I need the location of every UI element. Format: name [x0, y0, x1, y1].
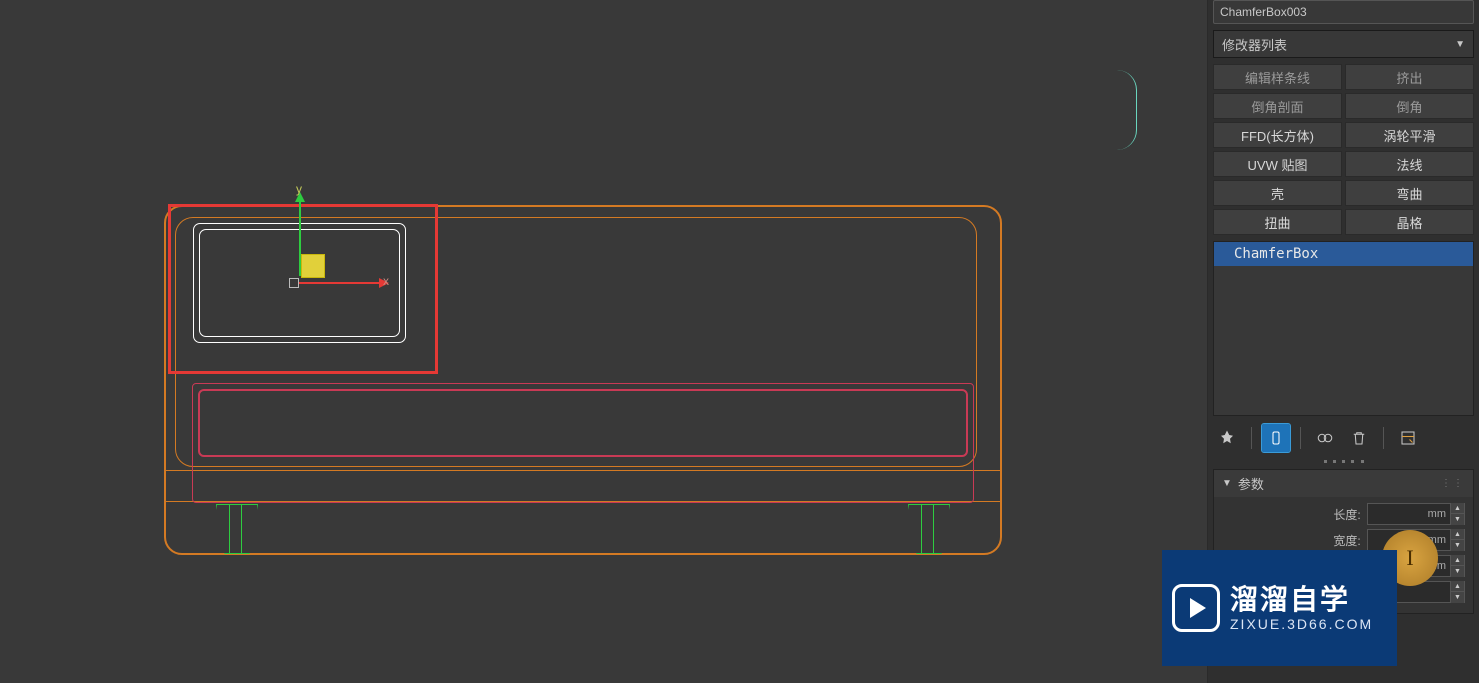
modifier-list-label: 修改器列表: [1222, 35, 1287, 54]
modifier-btn-extrude[interactable]: 挤出: [1345, 64, 1474, 90]
modifier-btn-edit-spline[interactable]: 编辑样条线: [1213, 64, 1342, 90]
stack-item-chamferbox[interactable]: ChamferBox: [1214, 242, 1473, 266]
modifier-btn-shell[interactable]: 壳: [1213, 180, 1342, 206]
modifier-btn-bend[interactable]: 弯曲: [1345, 180, 1474, 206]
remove-modifier-button[interactable]: [1345, 424, 1373, 452]
param-label: 宽度:: [1222, 532, 1361, 549]
toolbar-separator: [1300, 427, 1301, 449]
gizmo-y-label: y: [296, 182, 302, 196]
make-unique-button[interactable]: [1311, 424, 1339, 452]
watermark: 溜溜自学 ZIXUE.3D66.COM: [1162, 550, 1397, 666]
stray-geometry-curve: [1115, 70, 1137, 150]
chevron-down-icon: ▼: [1222, 478, 1232, 489]
unit-label: mm: [1428, 508, 1450, 520]
length-segs-input[interactable]: [1390, 585, 1450, 599]
modifier-btn-bevel-profile[interactable]: 倒角剖面: [1213, 93, 1342, 119]
pin-icon: [1218, 429, 1236, 447]
watermark-cn: 溜溜自学: [1230, 583, 1373, 617]
spinner-up-icon[interactable]: ▲: [1450, 555, 1464, 566]
panel-grip[interactable]: [1324, 460, 1364, 465]
spinner-down-icon[interactable]: ▼: [1450, 540, 1464, 551]
spinner-down-icon[interactable]: ▼: [1450, 592, 1464, 603]
modifier-list-dropdown[interactable]: 修改器列表 ▼: [1213, 30, 1474, 58]
modifier-btn-twist[interactable]: 扭曲: [1213, 209, 1342, 235]
parameters-rollout-title: 参数: [1238, 474, 1264, 493]
modifier-btn-ffd-box[interactable]: FFD(长方体): [1213, 122, 1342, 148]
modifier-btn-lattice[interactable]: 晶格: [1345, 209, 1474, 235]
show-end-result-button[interactable]: [1262, 424, 1290, 452]
toolbar-separator: [1251, 427, 1252, 449]
configure-icon: [1399, 429, 1417, 447]
length-spinner[interactable]: mm ▲▼: [1367, 503, 1465, 525]
toolbar-separator: [1383, 427, 1384, 449]
show-end-result-icon: [1267, 429, 1285, 447]
object-name-input[interactable]: [1213, 0, 1474, 24]
configure-modifier-sets-button[interactable]: [1394, 424, 1422, 452]
modifier-btn-uvw-map[interactable]: UVW 贴图: [1213, 151, 1342, 177]
play-icon: [1172, 584, 1220, 632]
pin-stack-button[interactable]: [1213, 424, 1241, 452]
cushion-inner: [198, 389, 968, 457]
viewport[interactable]: y x: [0, 0, 1208, 683]
spinner-up-icon[interactable]: ▲: [1450, 503, 1464, 514]
rollout-drag-dots-icon: ⋮⋮: [1441, 478, 1465, 489]
spinner-down-icon[interactable]: ▼: [1450, 566, 1464, 577]
stack-toolbar: [1213, 422, 1474, 454]
make-unique-icon: [1316, 429, 1334, 447]
modifier-btn-turbosmooth[interactable]: 涡轮平滑: [1345, 122, 1474, 148]
param-label: 长度:: [1222, 506, 1361, 523]
spinner-up-icon[interactable]: ▲: [1450, 581, 1464, 592]
watermark-en: ZIXUE.3D66.COM: [1230, 616, 1373, 633]
modifier-btn-normal[interactable]: 法线: [1345, 151, 1474, 177]
spinner-down-icon[interactable]: ▼: [1450, 514, 1464, 525]
chevron-down-icon: ▼: [1455, 39, 1465, 50]
trash-icon: [1350, 429, 1368, 447]
param-row-length: 长度: mm ▲▼: [1222, 503, 1465, 525]
modifier-btn-bevel[interactable]: 倒角: [1345, 93, 1474, 119]
modifier-button-grid: 编辑样条线 挤出 倒角剖面 倒角 FFD(长方体) 涡轮平滑 UVW 贴图 法线…: [1208, 64, 1479, 241]
gizmo-y-arrow-icon[interactable]: [295, 192, 305, 202]
parameters-rollout-header[interactable]: ▼ 参数 ⋮⋮: [1214, 470, 1473, 497]
chamferbox-inner-wire: [199, 229, 400, 337]
spinner-up-icon[interactable]: ▲: [1450, 529, 1464, 540]
modifier-stack[interactable]: ChamferBox: [1213, 241, 1474, 416]
length-input[interactable]: [1368, 507, 1428, 521]
